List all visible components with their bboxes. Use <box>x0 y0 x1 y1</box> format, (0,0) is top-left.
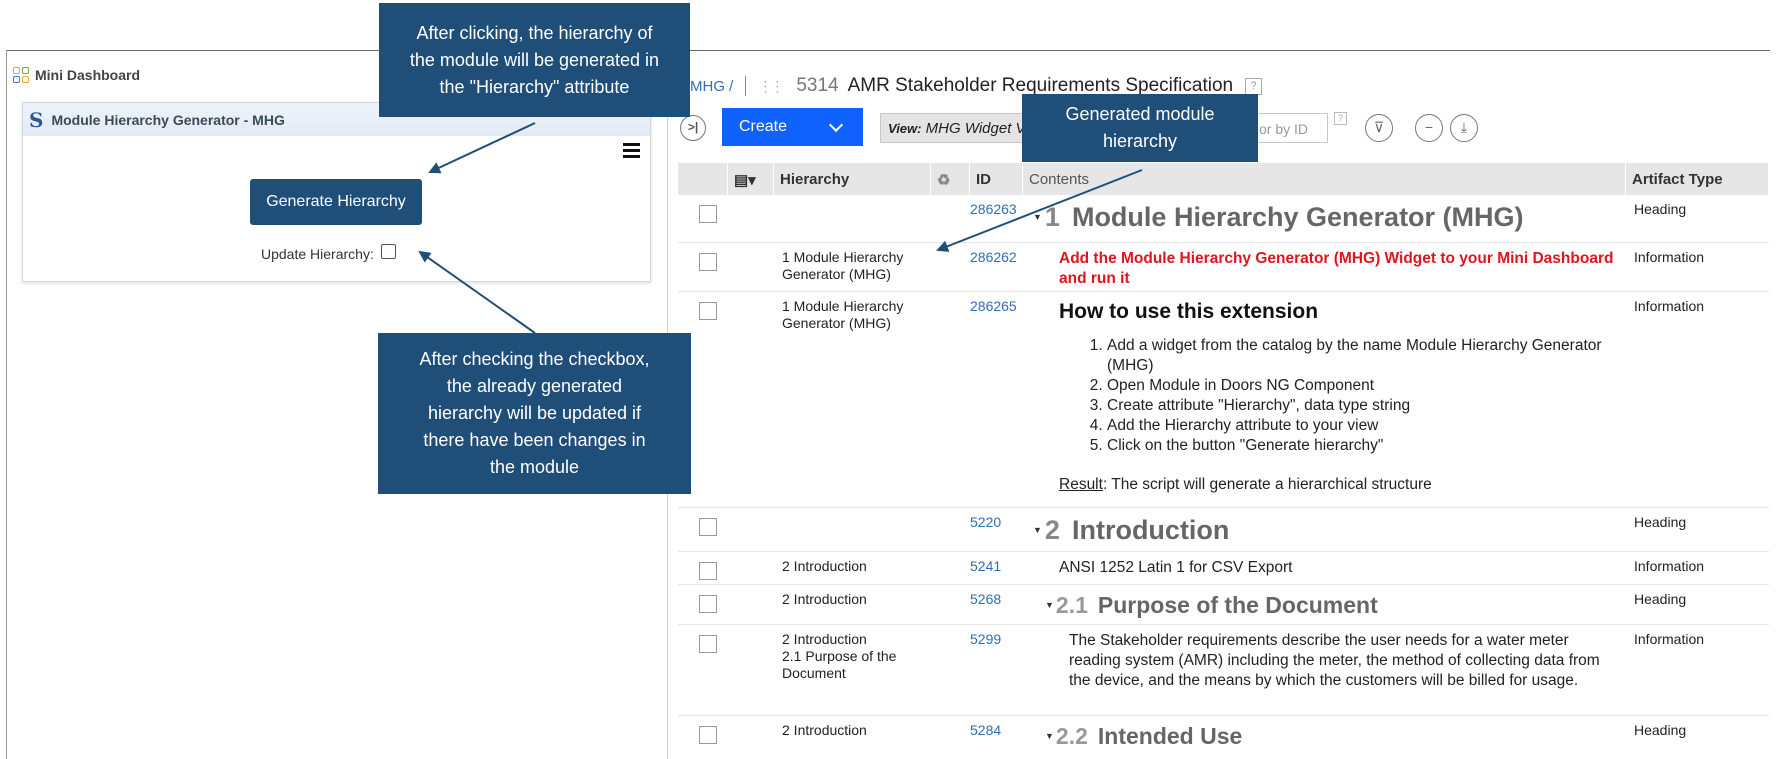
left-edge <box>6 50 7 759</box>
collapse-triangle-icon[interactable]: ▼ <box>1045 591 1054 619</box>
collapse-all-icon[interactable]: − <box>1415 114 1443 142</box>
breadcrumb-project[interactable]: MHG / <box>690 78 733 95</box>
widget-title: Module Hierarchy Generator - MHG <box>51 111 285 128</box>
hierarchy-cell <box>774 195 931 242</box>
table-row[interactable]: 5220 ▼ 2 Introduction Heading <box>678 508 1769 552</box>
artifact-type-cell: Information <box>1634 631 1705 647</box>
hierarchy-cell: 2 Introduction 2.1 Purpose of the Docume… <box>782 631 897 681</box>
create-button[interactable]: Create <box>722 108 863 146</box>
content-text: The Stakeholder requirements describe th… <box>1069 632 1600 689</box>
hierarchy-cell: 2 Introduction <box>782 591 867 607</box>
list-item: Create attribute "Hierarchy", data type … <box>1107 396 1620 416</box>
result-line: Result: The script will generate a hiera… <box>1059 476 1432 493</box>
help-icon[interactable]: ? <box>1245 77 1263 95</box>
artifact-type-header[interactable]: Artifact Type <box>1626 163 1769 195</box>
list-item: Add the Hierarchy attribute to your view <box>1107 416 1620 436</box>
expand-panel-icon[interactable]: >| <box>680 115 706 141</box>
recycle-icon: ♻ <box>931 163 970 195</box>
hierarchy-cell: 1 Module Hierarchy Generator (MHG) <box>782 249 904 282</box>
select-column-header <box>678 163 728 195</box>
contents-header[interactable]: Contents <box>1023 163 1626 195</box>
widget-menu-icon[interactable] <box>623 143 640 161</box>
expand-all-icon[interactable]: ⤓ <box>1450 114 1478 142</box>
update-hierarchy-row: Update Hierarchy: <box>261 243 396 262</box>
mini-dashboard-label: Mini Dashboard <box>35 67 141 83</box>
hierarchy-cell: 2 Introduction <box>782 558 867 574</box>
artifact-id-link[interactable]: 5284 <box>970 716 1023 756</box>
callout-generated-hierarchy: Generated module hierarchy <box>1022 94 1258 162</box>
artifact-table: ▤▾ Hierarchy ♻ ID Contents Artifact Type… <box>678 163 1769 756</box>
filter-input[interactable]: or by ID <box>1252 113 1328 143</box>
id-header[interactable]: ID <box>970 163 1023 195</box>
row-checkbox[interactable] <box>699 205 717 223</box>
row-checkbox[interactable] <box>699 635 717 653</box>
artifact-id-link[interactable]: 286262 <box>970 243 1023 291</box>
row-checkbox[interactable] <box>699 726 717 744</box>
list-item: Click on the button "Generate hierarchy" <box>1107 436 1620 456</box>
module-id: 5314 <box>796 75 839 96</box>
heading-text: ▼ 2.1 Purpose of the Document <box>1045 591 1378 619</box>
artifact-type-cell: Information <box>1634 298 1705 314</box>
table-header: ▤▾ Hierarchy ♻ ID Contents Artifact Type <box>678 163 1769 195</box>
filter-icon[interactable]: ⊽ <box>1365 114 1393 142</box>
artifact-type-cell: Information <box>1634 558 1705 574</box>
generate-hierarchy-button[interactable]: Generate Hierarchy <box>250 179 422 225</box>
content-text: ANSI 1252 Latin 1 for CSV Export <box>1059 559 1293 576</box>
heading-text: ▼ 2.2 Intended Use <box>1045 722 1243 750</box>
artifact-id-link[interactable]: 286263 <box>970 195 1023 242</box>
table-row[interactable]: 2 Introduction 2.1 Purpose of the Docume… <box>678 625 1769 716</box>
table-row[interactable]: 2 Introduction 5268 ▼ 2.1 Purpose of the D… <box>678 585 1769 625</box>
drag-handle-icon[interactable]: ⋮⋮ <box>758 78 784 95</box>
list-item: Add a widget from the catalog by the nam… <box>1107 336 1620 376</box>
callout-update: After checking the checkbox, the already… <box>378 333 691 494</box>
heading-text: ▼ 2 Introduction <box>1033 514 1230 546</box>
filter-help-icon[interactable]: ? <box>1334 112 1347 125</box>
hierarchy-cell: 1 Module Hierarchy Generator (MHG) <box>782 298 904 331</box>
list-item: Open Module in Doors NG Component <box>1107 376 1620 396</box>
mhg-widget: S Module Hierarchy Generator - MHG Gener… <box>22 102 651 282</box>
row-checkbox[interactable] <box>699 518 717 536</box>
howto-heading: How to use this extension <box>1059 300 1319 323</box>
table-row[interactable]: 286263 ▼ 1 Module Hierarchy Generator (MHG… <box>678 195 1769 243</box>
row-checkbox[interactable] <box>699 595 717 613</box>
content-text: Add the Module Hierarchy Generator (MHG)… <box>1059 250 1614 287</box>
hierarchy-cell <box>774 508 931 551</box>
table-row[interactable]: 1 Module Hierarchy Generator (MHG) 28626… <box>678 243 1769 292</box>
table-row[interactable]: 2 Introduction 5284 ▼ 2.2 Intended Use Hea… <box>678 716 1769 756</box>
howto-content: How to use this extension Add a widget f… <box>1033 298 1620 494</box>
hierarchy-header[interactable]: Hierarchy <box>774 163 931 195</box>
column-options-icon[interactable]: ▤▾ <box>728 163 774 195</box>
top-divider <box>6 50 1770 51</box>
artifact-type-cell: Heading <box>1634 591 1687 607</box>
widget-logo-icon: S <box>29 107 44 132</box>
update-hierarchy-label: Update Hierarchy: <box>261 246 374 262</box>
table-row[interactable]: 2 Introduction 5241 ANSI 1252 Latin 1 fo… <box>678 552 1769 585</box>
artifact-id-link[interactable]: 5268 <box>970 585 1023 624</box>
create-label: Create <box>739 118 788 135</box>
row-checkbox[interactable] <box>699 253 717 271</box>
artifact-id-link[interactable]: 5299 <box>970 625 1023 715</box>
artifact-type-cell: Heading <box>1634 201 1687 217</box>
artifact-id-link[interactable]: 5241 <box>970 552 1023 584</box>
table-row[interactable]: 1 Module Hierarchy Generator (MHG) 28626… <box>678 292 1769 508</box>
mini-dashboard-title: Mini Dashboard <box>13 67 140 83</box>
artifact-id-link[interactable]: 5220 <box>970 508 1023 551</box>
dashboard-grid-icon <box>13 67 29 83</box>
collapse-triangle-icon[interactable]: ▼ <box>1045 722 1054 750</box>
hierarchy-cell: 2 Introduction <box>782 722 867 738</box>
view-label: View: <box>888 121 922 136</box>
collapse-triangle-icon[interactable]: ▼ <box>1033 514 1042 546</box>
collapse-triangle-icon[interactable]: ▼ <box>1033 201 1042 233</box>
heading-text: ▼ 1 Module Hierarchy Generator (MHG) <box>1033 201 1524 233</box>
callout-generate: After clicking, the hierarchy of the mod… <box>379 3 690 117</box>
artifact-type-cell: Heading <box>1634 722 1687 738</box>
chevron-down-icon <box>828 117 844 133</box>
artifact-type-cell: Information <box>1634 249 1705 265</box>
update-hierarchy-checkbox[interactable] <box>380 243 396 259</box>
artifact-id-link[interactable]: 286265 <box>970 292 1023 507</box>
howto-steps: Add a widget from the catalog by the nam… <box>1059 336 1620 456</box>
artifact-type-cell: Heading <box>1634 514 1687 530</box>
row-checkbox[interactable] <box>699 302 717 320</box>
row-checkbox[interactable] <box>699 562 717 580</box>
